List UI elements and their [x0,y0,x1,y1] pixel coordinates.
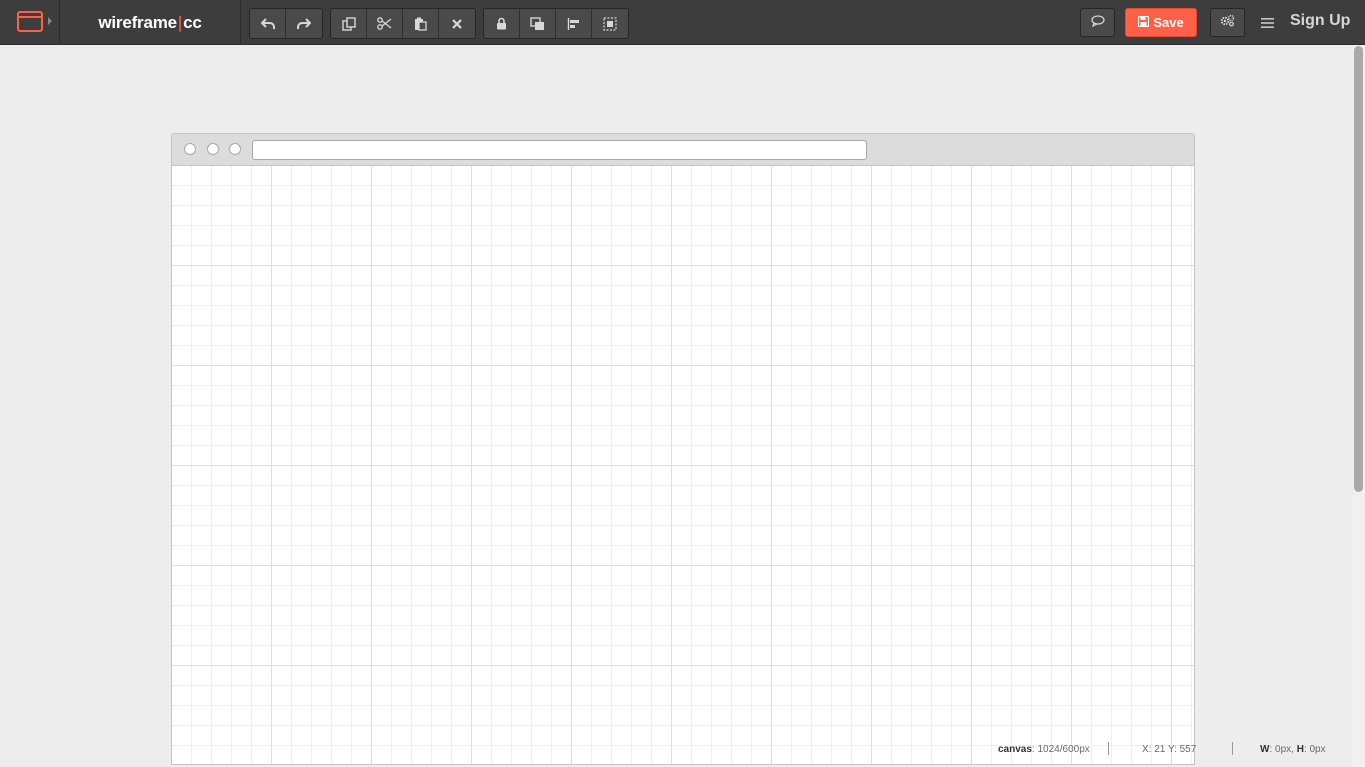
logo-menu[interactable] [0,0,60,45]
save-label: Save [1153,15,1184,30]
scissors-icon [377,17,392,30]
canvas-browser-frame[interactable] [171,133,1195,765]
caret-right-icon [48,17,52,25]
canvas-label: canvas [998,744,1032,755]
sign-up-link[interactable]: Sign Up [1290,12,1350,30]
align-button[interactable] [556,9,592,38]
url-bar[interactable] [252,140,867,160]
canvas-size-status: canvas: 1024/600px [998,744,1090,758]
browser-title-bar [172,134,1194,166]
lock-icon [496,17,507,30]
height-value: : 0px [1303,744,1326,755]
save-button[interactable]: Save [1125,8,1197,37]
vertical-scrollbar-thumb[interactable] [1354,46,1363,492]
settings-button[interactable] [1210,8,1245,37]
close-icon [452,18,462,29]
align-icon [567,17,581,31]
paste-icon [414,17,427,31]
redo-icon [297,17,311,30]
status-divider-1 [1108,742,1109,755]
brand-cc: cc [183,12,202,32]
width-value: : 0px, [1269,744,1297,755]
delete-button[interactable] [439,9,475,38]
window-dot-1 [184,143,196,155]
canvas-size-value: : 1024/600px [1031,744,1090,755]
selection-size-status: W: 0px, H: 0px [1260,744,1326,758]
brand-wireframe: wireframe [98,12,177,32]
window-dot-2 [207,143,219,155]
paste-button[interactable] [403,9,439,38]
edit-button-group [330,8,476,39]
copy-icon [341,16,356,31]
bring-to-front-icon [530,16,545,31]
brand-name: wireframe | cc [60,0,241,45]
window-dot-3 [229,143,241,155]
cut-button[interactable] [367,9,403,38]
height-label: H [1296,744,1304,755]
select-frame-button[interactable] [592,9,628,38]
undo-button[interactable] [250,9,286,38]
redo-button[interactable] [286,9,322,38]
copy-button[interactable] [331,9,367,38]
select-frame-icon [603,16,617,31]
menu-button[interactable] [1261,16,1274,28]
canvas-grid[interactable] [172,166,1194,764]
arrange-button-group [483,8,629,39]
bring-to-front-button[interactable] [520,9,556,38]
browser-window-icon [17,11,43,37]
undo-icon [260,17,275,30]
gears-icon [1220,14,1235,32]
comment-button[interactable] [1080,8,1115,37]
status-divider-2 [1232,742,1233,755]
top-toolbar: wireframe | cc Save Sign Up [0,0,1365,45]
brand-separator: | [177,12,183,32]
hamburger-icon [1261,16,1274,33]
history-button-group [249,8,323,39]
cursor-coordinates: X: 21 Y: 557 [1142,744,1197,755]
speech-bubble-icon [1090,14,1105,32]
floppy-disk-icon [1138,15,1150,30]
lock-button[interactable] [484,9,520,38]
